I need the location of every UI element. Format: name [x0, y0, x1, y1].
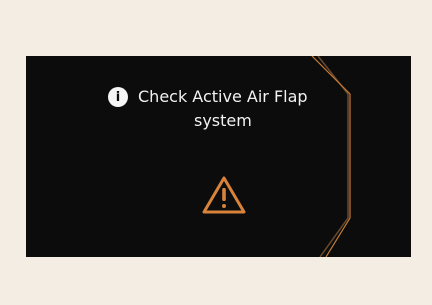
warning-message-text-line-2: system	[194, 111, 252, 130]
warning-message-text-line-1: Check Active Air Flap	[138, 87, 308, 106]
warning-message: i Check Active Air Flap system	[108, 86, 328, 132]
info-icon: i	[108, 87, 128, 107]
instrument-display: i Check Active Air Flap system	[26, 56, 411, 257]
warning-triangle-icon	[202, 176, 246, 214]
page: i Check Active Air Flap system	[0, 0, 432, 305]
warning-message-line-1: i Check Active Air Flap	[108, 86, 328, 108]
